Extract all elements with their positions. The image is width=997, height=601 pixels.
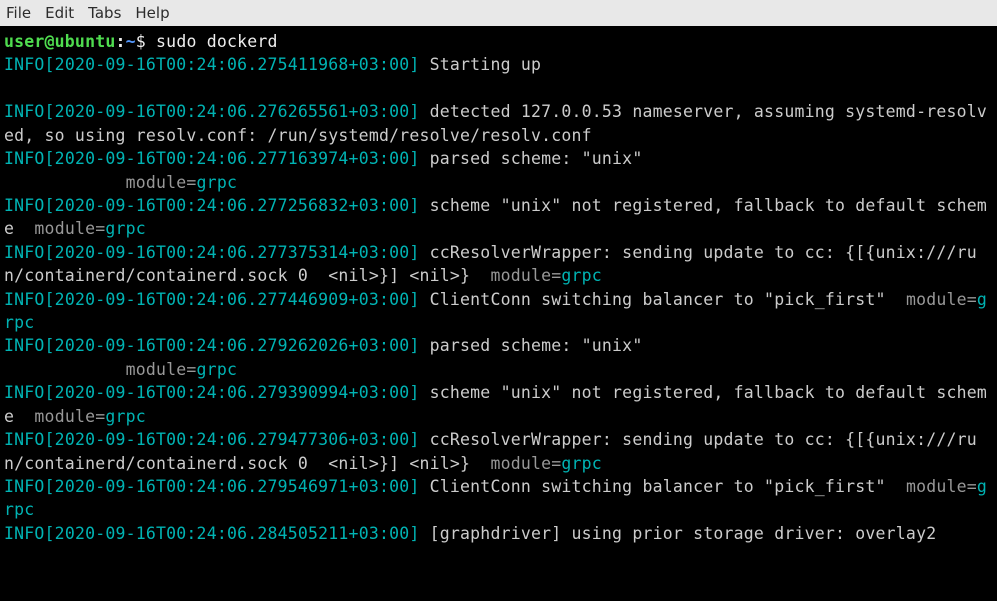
log-timestamp: [2020-09-16T00:24:06.277375314+03:00] xyxy=(45,243,420,262)
log-timestamp: [2020-09-16T00:24:06.279390994+03:00] xyxy=(45,383,420,402)
terminal-output[interactable]: user@ubuntu:~$ sudo dockerd INFO[2020-09… xyxy=(0,26,997,601)
log-module-value: grpc xyxy=(197,360,238,379)
prompt-user-host: user@ubuntu xyxy=(4,32,115,51)
menu-tabs[interactable]: Tabs xyxy=(88,4,121,22)
log-module-key: module= xyxy=(490,266,561,285)
prompt-path: ~ xyxy=(126,32,136,51)
log-module-key: module= xyxy=(34,219,105,238)
log-module-value: grpc xyxy=(561,266,602,285)
menubar: File Edit Tabs Help xyxy=(0,0,997,26)
log-module-key: module= xyxy=(34,407,105,426)
log-module-key: module= xyxy=(126,360,197,379)
log-level: INFO xyxy=(4,336,45,355)
menu-edit[interactable]: Edit xyxy=(45,4,74,22)
log-timestamp: [2020-09-16T00:24:06.284505211+03:00] xyxy=(45,524,420,543)
log-timestamp: [2020-09-16T00:24:06.277446909+03:00] xyxy=(45,290,420,309)
log-message: Starting up xyxy=(430,55,541,74)
log-level: INFO xyxy=(4,55,45,74)
log-module-value: grpc xyxy=(561,454,602,473)
log-timestamp: [2020-09-16T00:24:06.277163974+03:00] xyxy=(45,149,420,168)
log-level: INFO xyxy=(4,524,45,543)
prompt-command: sudo dockerd xyxy=(156,32,278,51)
log-module-key: module= xyxy=(906,477,977,496)
log-timestamp: [2020-09-16T00:24:06.279546971+03:00] xyxy=(45,477,420,496)
log-message: ClientConn switching balancer to "pick_f… xyxy=(430,290,886,309)
log-level: INFO xyxy=(4,196,45,215)
log-module-value: grpc xyxy=(197,173,238,192)
log-message: ClientConn switching balancer to "pick_f… xyxy=(430,477,886,496)
log-module-value: grpc xyxy=(105,219,146,238)
log-timestamp: [2020-09-16T00:24:06.276265561+03:00] xyxy=(45,102,420,121)
log-module-key: module= xyxy=(906,290,977,309)
log-timestamp: [2020-09-16T00:24:06.277256832+03:00] xyxy=(45,196,420,215)
log-level: INFO xyxy=(4,383,45,402)
log-level: INFO xyxy=(4,149,45,168)
log-level: INFO xyxy=(4,290,45,309)
log-module-value: grpc xyxy=(105,407,146,426)
log-level: INFO xyxy=(4,477,45,496)
log-message: [graphdriver] using prior storage driver… xyxy=(430,524,937,543)
log-timestamp: [2020-09-16T00:24:06.279262026+03:00] xyxy=(45,336,420,355)
log-message: parsed scheme: "unix" xyxy=(430,149,643,168)
log-level: INFO xyxy=(4,430,45,449)
log-timestamp: [2020-09-16T00:24:06.275411968+03:00] xyxy=(45,55,420,74)
log-message: parsed scheme: "unix" xyxy=(430,336,643,355)
log-level: INFO xyxy=(4,243,45,262)
prompt-symbol: $ xyxy=(136,32,156,51)
menu-help[interactable]: Help xyxy=(135,4,169,22)
log-timestamp: [2020-09-16T00:24:06.279477306+03:00] xyxy=(45,430,420,449)
log-module-key: module= xyxy=(490,454,561,473)
log-module-key: module= xyxy=(126,173,197,192)
log-level: INFO xyxy=(4,102,45,121)
menu-file[interactable]: File xyxy=(6,4,31,22)
prompt-separator: : xyxy=(115,32,125,51)
